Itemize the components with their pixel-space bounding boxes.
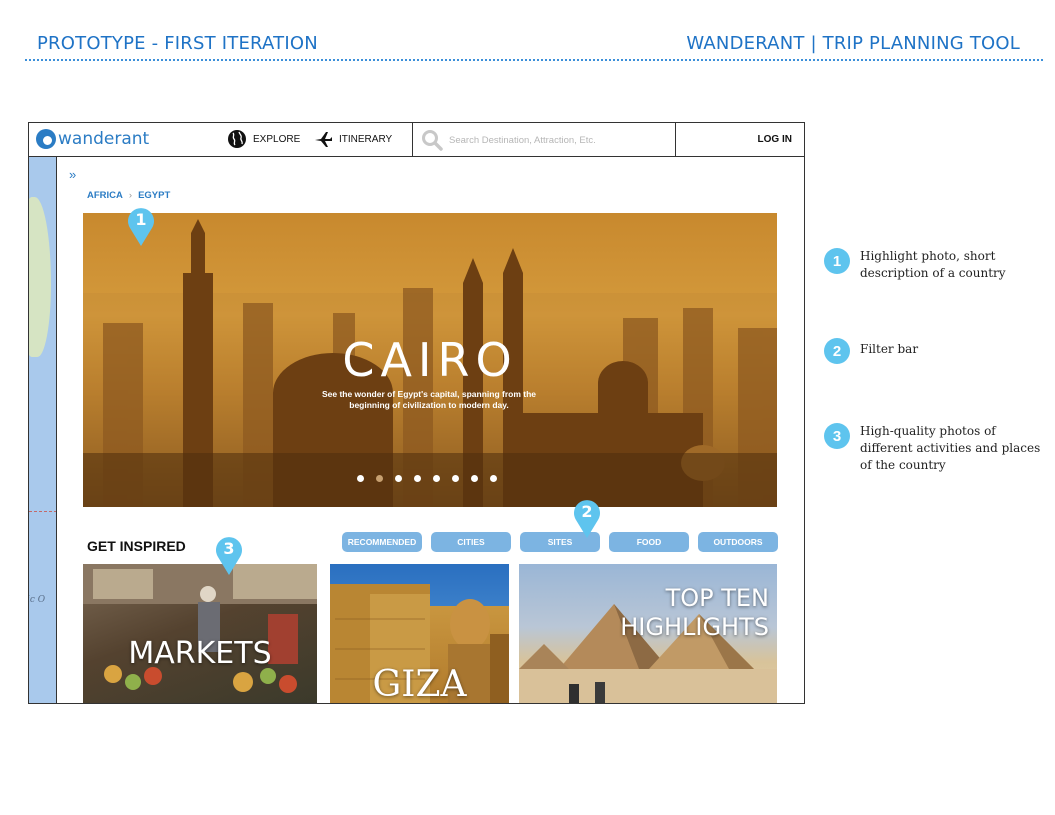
card-top-ten-line1: TOP TEN	[665, 584, 769, 612]
nav-itinerary-label: ITINERARY	[339, 133, 393, 145]
legend-number: 1	[824, 248, 850, 274]
legend-text-line: Highlight photo, short	[860, 249, 996, 263]
legend-text-line: High-quality photos of	[860, 424, 996, 438]
callout-pin-number: 2	[581, 502, 593, 521]
legend-text-line: description of a country	[860, 266, 1006, 280]
callout-pin-2: 2	[572, 498, 602, 538]
legend-number: 3	[824, 423, 850, 449]
filter-cities[interactable]: CITIES	[431, 532, 511, 552]
breadcrumb-separator-icon: ›	[128, 190, 133, 201]
legend-text: Filter bar	[860, 338, 918, 358]
card-top-ten[interactable]: TOP TEN HIGHLIGHTS	[519, 564, 777, 703]
breadcrumb: AFRICA › EGYPT	[87, 190, 170, 201]
callout-pin-number: 3	[223, 539, 235, 558]
section-title: GET INSPIRED	[87, 538, 186, 554]
globe-icon	[228, 130, 246, 148]
filter-bar: RECOMMENDED CITIES SITES FOOD OUTDOORS	[342, 532, 778, 552]
filter-outdoors[interactable]: OUTDOORS	[698, 532, 778, 552]
breadcrumb-egypt[interactable]: EGYPT	[138, 190, 170, 201]
hero-banner[interactable]: CAIRO See the wonder of Egypt's capital,…	[83, 213, 777, 507]
legend-text-line: different activities and places	[860, 441, 1041, 455]
map-strip[interactable]: ic O	[29, 157, 57, 703]
carousel-dot[interactable]	[376, 475, 383, 482]
search-bar	[412, 123, 676, 156]
expand-sidebar-icon[interactable]: »	[69, 167, 76, 182]
legend-item-1: 1 Highlight photo, short description of …	[824, 248, 1006, 282]
search-input[interactable]	[449, 132, 664, 148]
doc-title-right: WANDERANT | TRIP PLANNING TOOL	[686, 33, 1020, 54]
card-giza[interactable]: GIZA	[330, 564, 509, 704]
callout-pin-number: 1	[135, 210, 147, 229]
nav-itinerary[interactable]: ITINERARY	[313, 129, 392, 149]
legend-text-line: Filter bar	[860, 342, 919, 356]
search-icon	[422, 130, 443, 151]
card-markets[interactable]: MARKETS	[83, 564, 317, 703]
legend-number: 2	[824, 338, 850, 364]
markets-image	[83, 564, 317, 693]
login-link[interactable]: LOG IN	[758, 134, 792, 145]
carousel-dot[interactable]	[433, 475, 440, 482]
card-top-ten-line2: HIGHLIGHTS	[620, 613, 769, 641]
logo-icon	[36, 129, 56, 149]
carousel-dot[interactable]	[490, 475, 497, 482]
carousel-dots	[357, 475, 497, 482]
filter-recommended[interactable]: RECOMMENDED	[342, 532, 422, 552]
card-giza-label: GIZA	[372, 664, 467, 704]
logo[interactable]: wanderant	[36, 129, 149, 149]
carousel-dot[interactable]	[471, 475, 478, 482]
legend-text: High-quality photos of different activit…	[860, 423, 1040, 474]
hero-description: See the wonder of Egypt's capital, spann…	[321, 389, 537, 410]
hero-title: CAIRO	[342, 333, 518, 387]
legend-text: Highlight photo, short description of a …	[860, 248, 1006, 282]
dotted-divider	[25, 59, 1043, 61]
logo-text: wanderant	[58, 129, 150, 149]
carousel-dot[interactable]	[357, 475, 364, 482]
nav-explore[interactable]: EXPLORE	[227, 129, 300, 149]
airplane-icon	[315, 132, 332, 147]
nav-explore-label: EXPLORE	[253, 133, 301, 145]
carousel-dot[interactable]	[414, 475, 421, 482]
card-top-ten-label: TOP TEN HIGHLIGHTS	[609, 584, 769, 642]
legend-text-line: of the country	[860, 458, 946, 472]
map-border-line	[29, 511, 56, 512]
callout-pin-3: 3	[214, 535, 244, 575]
filter-food[interactable]: FOOD	[609, 532, 689, 552]
card-markets-label: MARKETS	[128, 636, 272, 671]
doc-title-left: PROTOTYPE - FIRST ITERATION	[37, 33, 318, 54]
breadcrumb-africa[interactable]: AFRICA	[87, 190, 123, 201]
carousel-dot[interactable]	[452, 475, 459, 482]
callout-pin-1: 1	[126, 206, 156, 246]
legend-item-3: 3 High-quality photos of different activ…	[824, 423, 1040, 474]
map-label: ic O	[29, 595, 46, 605]
top-nav: wanderant EXPLORE ITINERARY LOG IN	[29, 123, 804, 157]
map-land	[29, 197, 51, 357]
carousel-dot[interactable]	[395, 475, 402, 482]
legend-item-2: 2 Filter bar	[824, 338, 918, 364]
